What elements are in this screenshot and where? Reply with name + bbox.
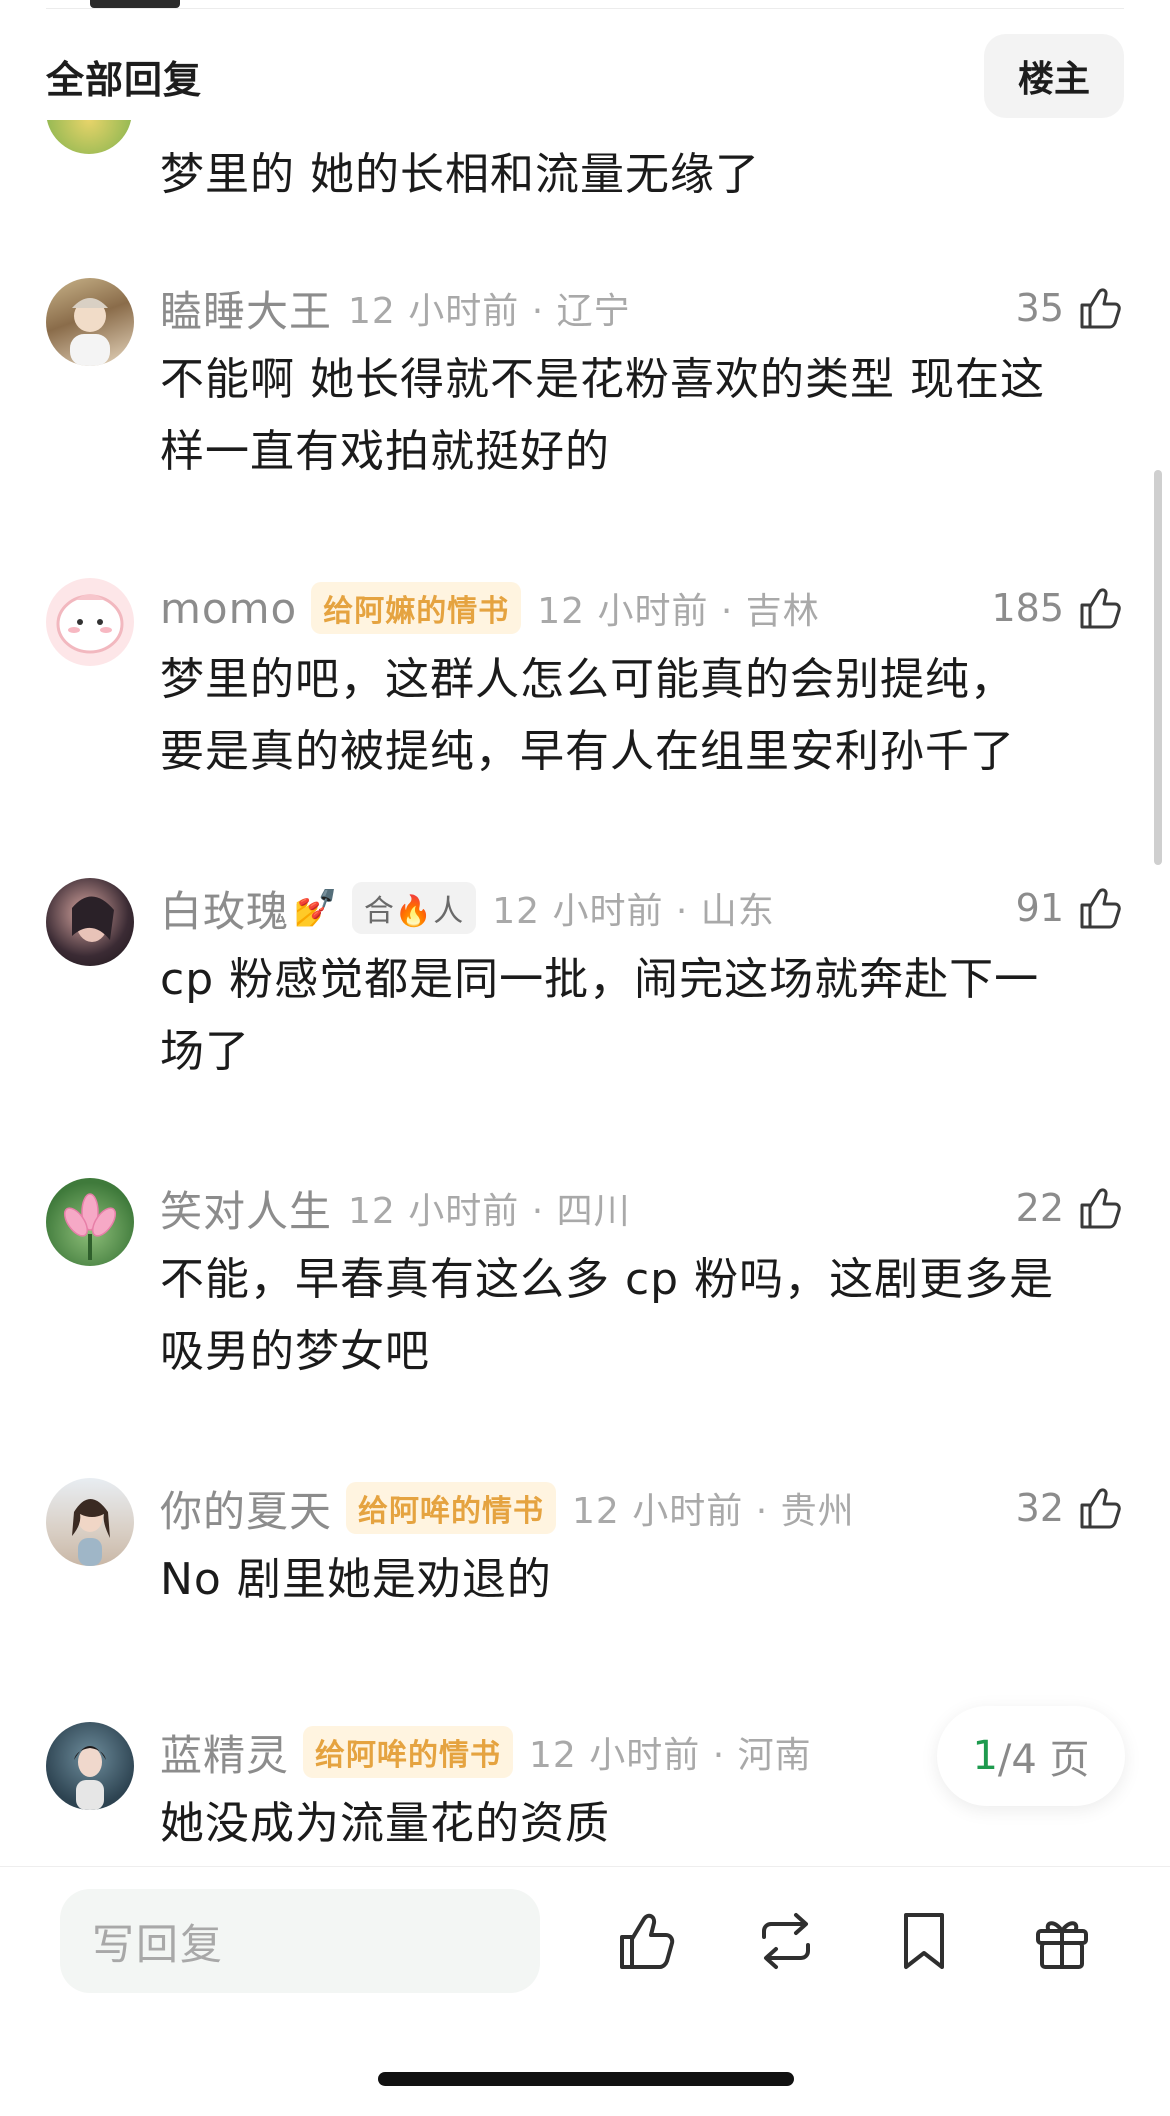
like-icon[interactable]: [612, 1907, 680, 1975]
avatar[interactable]: [46, 578, 134, 666]
comment-line: No 剧里她是劝退的: [160, 1554, 552, 1605]
like-button[interactable]: 185: [991, 578, 1124, 638]
like-button[interactable]: 22: [1016, 1178, 1124, 1238]
nail-polish-icon: 💅: [293, 888, 338, 929]
top-divider: [46, 8, 1124, 9]
like-count: 185: [991, 586, 1064, 630]
reply-input[interactable]: 写回复: [60, 1889, 540, 1993]
thumbs-up-icon: [1080, 288, 1121, 329]
comment-line: 要是真的被提纯，早有人在组里安利孙千了: [160, 726, 1015, 777]
fan-badge[interactable]: 合🔥人: [351, 882, 477, 934]
home-indicator[interactable]: [378, 2072, 794, 2086]
thumbs-up-icon: [1080, 1488, 1121, 1529]
username[interactable]: 蓝精灵: [160, 1722, 289, 1783]
avatar[interactable]: [46, 1178, 134, 1266]
fan-badge[interactable]: 给阿哞的情书: [346, 1482, 557, 1534]
op-only-button[interactable]: 楼主: [984, 34, 1124, 118]
comment-line: cp 粉感觉都是同一批，闹完这场就奔赴下一: [160, 954, 1040, 1005]
avatar[interactable]: [46, 278, 134, 366]
thumbs-up-icon: [1080, 588, 1121, 629]
total-pages: /4 页: [997, 1737, 1090, 1783]
comment-meta: 12 小时前 · 辽宁: [348, 291, 631, 332]
comment-text: 梦里的 她的长相和流量无缘了: [160, 149, 760, 200]
scrollbar[interactable]: [1154, 470, 1162, 865]
comment-meta: 12 小时前 · 河南: [529, 1735, 812, 1776]
fan-badge[interactable]: 给阿嫲的情书: [311, 582, 522, 634]
like-count: 32: [1015, 1486, 1064, 1530]
tab-indicator: [90, 0, 180, 8]
like-button[interactable]: 35: [1016, 278, 1124, 338]
gift-icon[interactable]: [1028, 1907, 1096, 1975]
username[interactable]: momo: [160, 584, 297, 633]
current-page: 1: [972, 1733, 998, 1779]
avatar[interactable]: [46, 878, 134, 966]
avatar[interactable]: [46, 1722, 134, 1810]
username[interactable]: 瞌睡大王: [160, 278, 332, 339]
comment-meta: 12 小时前 · 吉林: [537, 591, 820, 632]
bookmark-icon[interactable]: [890, 1907, 958, 1975]
comment-meta: 12 小时前 · 四川: [348, 1191, 631, 1232]
username[interactable]: 你的夏天: [160, 1478, 332, 1539]
page-indicator[interactable]: 1 /4 页: [937, 1706, 1125, 1806]
comment-meta: 12 小时前 · 山东: [492, 891, 775, 932]
comment-line: 不能，早春真有这么多 cp 粉吗，这剧更多是: [160, 1254, 1055, 1305]
page-title: 全部回复: [46, 57, 203, 102]
comment-line: 样一直有戏拍就挺好的: [160, 426, 610, 477]
replies-header: 全部回复 楼主: [46, 34, 1124, 118]
fan-badge[interactable]: 给阿哞的情书: [303, 1726, 514, 1778]
like-count: 22: [1015, 1186, 1064, 1230]
username[interactable]: 笑对人生: [160, 1178, 332, 1239]
thumbs-up-icon: [1080, 888, 1121, 929]
comment-line: 场了: [160, 1026, 250, 1077]
like-button[interactable]: 91: [1016, 878, 1124, 938]
thumbs-up-icon: [1080, 1188, 1121, 1229]
comment-line: 吸男的梦女吧: [160, 1326, 430, 1377]
like-button[interactable]: 32: [1016, 1478, 1124, 1538]
comment-meta: 12 小时前 · 贵州: [572, 1491, 855, 1532]
repost-icon[interactable]: [752, 1907, 820, 1975]
like-count: 35: [1015, 286, 1064, 330]
avatar[interactable]: [46, 120, 132, 156]
comment-line: 不能啊 她长得就不是花粉喜欢的类型 现在这: [160, 354, 1045, 405]
comment-line: 梦里的吧，这群人怎么可能真的会别提纯，: [160, 654, 1015, 705]
avatar[interactable]: [46, 1478, 134, 1566]
like-count: 91: [1015, 886, 1064, 930]
username[interactable]: 白玫瑰: [160, 878, 289, 939]
